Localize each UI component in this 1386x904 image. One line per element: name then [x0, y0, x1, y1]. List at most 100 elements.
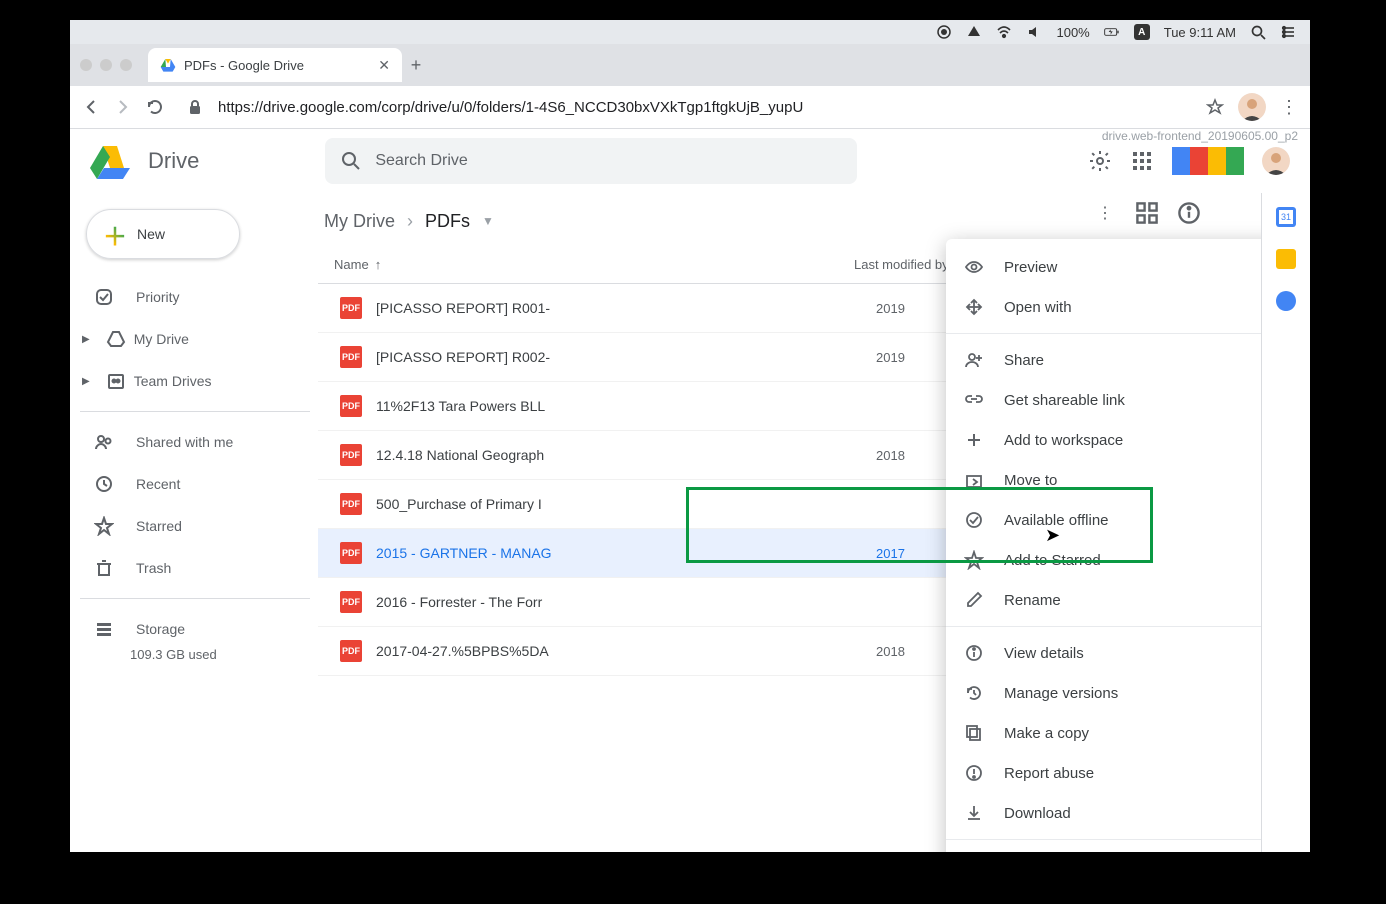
- dropdown-caret-icon[interactable]: ▼: [482, 214, 494, 228]
- spotlight-icon[interactable]: [1250, 24, 1266, 40]
- storage-icon: [94, 619, 114, 639]
- reload-button[interactable]: [146, 98, 164, 116]
- browser-tab[interactable]: PDFs - Google Drive ✕: [148, 48, 402, 82]
- context-menu: Preview Open with› Share Get shareable l…: [946, 239, 1261, 852]
- new-button[interactable]: ＋ New: [86, 209, 240, 259]
- version-label: drive.web-frontend_20190605.00_p2: [1102, 129, 1298, 143]
- sort-asc-icon: ↑: [375, 257, 382, 272]
- new-button-label: New: [137, 226, 165, 242]
- sidebar-item-shared[interactable]: Shared with me: [80, 422, 310, 462]
- recent-icon: [94, 474, 114, 494]
- ctx-report-abuse[interactable]: Report abuse: [946, 753, 1261, 793]
- drive-logo-icon: [90, 141, 130, 181]
- sidebar: ＋ New Priority ▶ My Drive ▶ Team Drives …: [70, 193, 310, 852]
- team-drives-icon: [106, 371, 126, 391]
- tasks-icon[interactable]: [1276, 291, 1296, 311]
- sidebar-item-team-drives[interactable]: ▶ Team Drives: [80, 361, 310, 401]
- pdf-file-icon: PDF: [340, 591, 362, 613]
- ctx-add-starred[interactable]: Add to Starred: [946, 540, 1261, 580]
- input-source-icon: A: [1134, 24, 1150, 40]
- back-button[interactable]: [82, 98, 100, 116]
- app-name: Drive: [148, 148, 199, 174]
- sidebar-item-priority[interactable]: Priority: [80, 277, 310, 317]
- ctx-available-offline[interactable]: Available offline: [946, 500, 1261, 540]
- pdf-file-icon: PDF: [340, 542, 362, 564]
- info-icon[interactable]: [1177, 201, 1201, 225]
- ctx-rename[interactable]: Rename: [946, 580, 1261, 620]
- google-bar-icon: [1172, 147, 1244, 175]
- browser-tab-strip: PDFs - Google Drive ✕ +: [70, 44, 1310, 86]
- file-name: 2015 - GARTNER - MANAG: [376, 545, 876, 561]
- ctx-preview[interactable]: Preview: [946, 247, 1261, 287]
- search-input[interactable]: Search Drive: [325, 138, 857, 184]
- star-icon: [964, 550, 984, 570]
- sidebar-item-starred[interactable]: Starred: [80, 506, 310, 546]
- grid-view-icon[interactable]: [1135, 201, 1159, 225]
- eye-icon: [964, 257, 984, 277]
- ctx-move-to[interactable]: Move to: [946, 460, 1261, 500]
- lock-icon: [186, 98, 204, 116]
- battery-icon: [1104, 24, 1120, 40]
- sidebar-item-trash[interactable]: Trash: [80, 548, 310, 588]
- window-controls[interactable]: [80, 59, 132, 71]
- ctx-remove[interactable]: Remove: [946, 846, 1261, 852]
- download-icon: [964, 803, 984, 823]
- my-drive-icon: [106, 329, 126, 349]
- close-tab-icon[interactable]: ✕: [378, 57, 390, 74]
- file-list-area: My Drive › PDFs ▼ ⋮ Name↑ Last modified …: [310, 193, 1261, 852]
- calendar-icon[interactable]: 31: [1276, 207, 1296, 227]
- trash-icon: [94, 558, 114, 578]
- pdf-file-icon: PDF: [340, 346, 362, 368]
- ctx-open-with[interactable]: Open with›: [946, 287, 1261, 327]
- forward-button[interactable]: [114, 98, 132, 116]
- mac-menu-bar: 100% A Tue 9:11 AM: [70, 20, 1310, 44]
- side-panel: 31: [1261, 193, 1310, 852]
- chevron-right-icon: ›: [407, 211, 413, 232]
- move-icon: [964, 470, 984, 490]
- file-name: 12.4.18 National Geograph: [376, 447, 876, 463]
- sidebar-item-recent[interactable]: Recent: [80, 464, 310, 504]
- search-placeholder: Search Drive: [375, 152, 467, 170]
- ctx-download[interactable]: Download: [946, 793, 1261, 833]
- ctx-share[interactable]: Share: [946, 340, 1261, 380]
- pdf-file-icon: PDF: [340, 640, 362, 662]
- storage-used: 109.3 GB used: [80, 647, 310, 662]
- profile-avatar[interactable]: [1238, 93, 1266, 121]
- sidebar-item-storage[interactable]: Storage: [80, 609, 310, 649]
- apps-launcher-icon[interactable]: [1130, 149, 1154, 173]
- file-name: [PICASSO REPORT] R002-: [376, 349, 876, 365]
- settings-gear-icon[interactable]: [1088, 149, 1112, 173]
- plus-icon: [964, 430, 984, 450]
- breadcrumb-current[interactable]: PDFs: [425, 211, 470, 232]
- wifi-icon: [996, 24, 1012, 40]
- info-icon: [964, 643, 984, 663]
- address-bar[interactable]: https://drive.google.com/corp/drive/u/0/…: [218, 99, 1192, 116]
- person-add-icon: [964, 350, 984, 370]
- bookmark-star-icon[interactable]: [1206, 98, 1224, 116]
- battery-pct: 100%: [1056, 25, 1089, 40]
- tab-title: PDFs - Google Drive: [184, 58, 304, 73]
- file-name: 2017-04-27.%5BPBS%5DA: [376, 643, 876, 659]
- new-tab-button[interactable]: +: [402, 55, 430, 76]
- more-actions-icon[interactable]: ⋮: [1093, 201, 1117, 225]
- ctx-view-details[interactable]: View details: [946, 633, 1261, 673]
- breadcrumb-root[interactable]: My Drive: [324, 211, 395, 232]
- clock: Tue 9:11 AM: [1164, 25, 1236, 40]
- pdf-file-icon: PDF: [340, 493, 362, 515]
- priority-icon: [94, 287, 114, 307]
- copy-icon: [964, 723, 984, 743]
- pdf-file-icon: PDF: [340, 395, 362, 417]
- ctx-add-workspace[interactable]: Add to workspace›: [946, 420, 1261, 460]
- keep-icon[interactable]: [1276, 249, 1296, 269]
- chrome-menu-button[interactable]: ⋮: [1280, 97, 1298, 118]
- ctx-manage-versions[interactable]: Manage versions: [946, 673, 1261, 713]
- star-icon: [94, 516, 114, 536]
- sidebar-item-my-drive[interactable]: ▶ My Drive: [80, 319, 310, 359]
- pdf-file-icon: PDF: [340, 444, 362, 466]
- open-with-icon: [964, 297, 984, 317]
- ctx-make-copy[interactable]: Make a copy: [946, 713, 1261, 753]
- ctx-get-link[interactable]: Get shareable link: [946, 380, 1261, 420]
- account-avatar[interactable]: [1262, 147, 1290, 175]
- chevron-right-icon: ▶: [82, 334, 90, 345]
- control-center-icon[interactable]: [1280, 24, 1296, 40]
